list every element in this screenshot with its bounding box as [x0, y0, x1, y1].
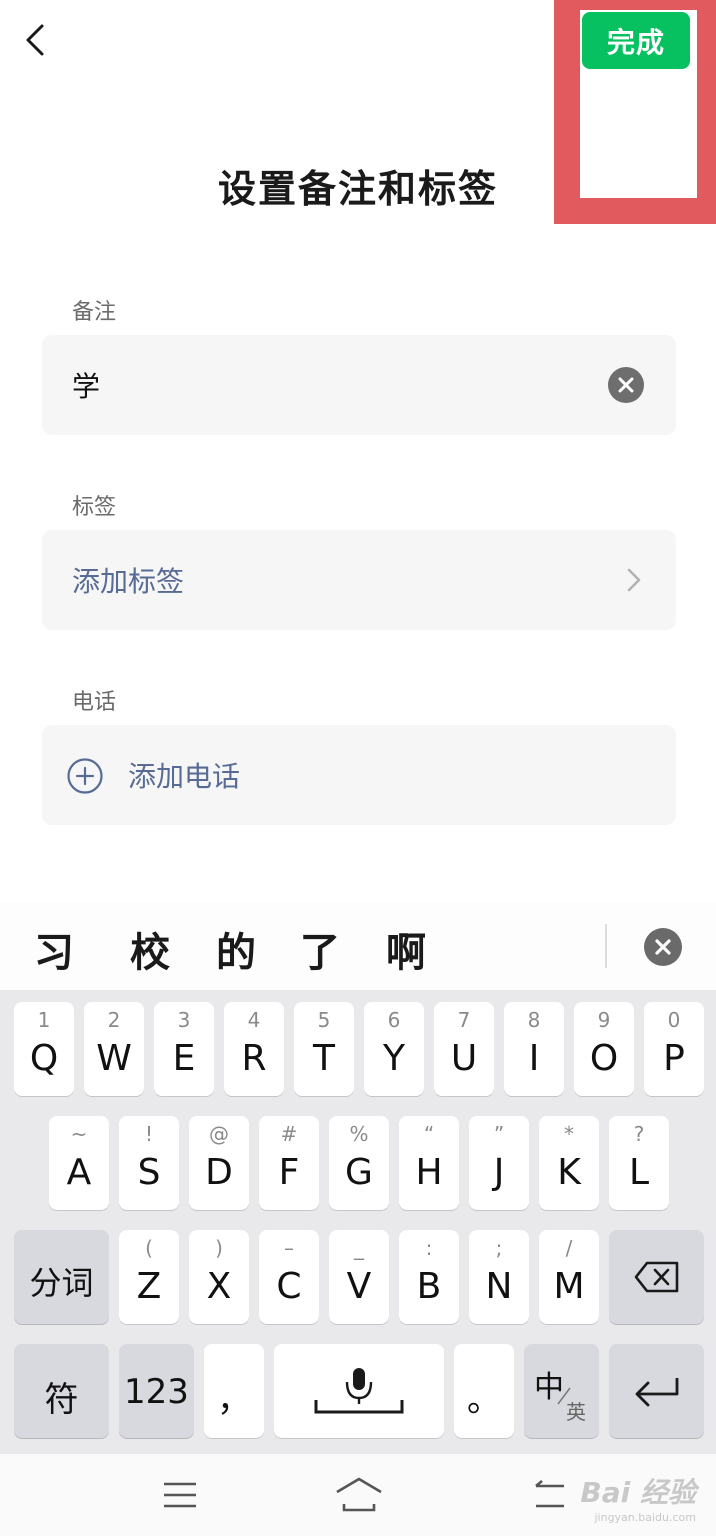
key-l[interactable]: ? L [609, 1116, 669, 1210]
comma-key[interactable]: ， [204, 1344, 264, 1438]
key-f[interactable]: # F [259, 1116, 319, 1210]
remark-label: 备注 [72, 300, 117, 325]
phone-label: 电话 [72, 690, 117, 715]
key-o[interactable]: 9O [574, 1002, 634, 1096]
candidate-divider [605, 924, 607, 968]
key-b[interactable]: :B [399, 1230, 459, 1324]
add-phone-link[interactable]: 添加电话 [128, 755, 240, 795]
chevron-right-icon [627, 568, 641, 592]
space-key[interactable] [274, 1344, 444, 1438]
add-tag-link[interactable]: 添加标签 [72, 560, 184, 600]
key-x[interactable]: ) X [189, 1230, 249, 1324]
lang-sub: 英 [566, 1400, 586, 1424]
key-c[interactable]: – C [259, 1230, 319, 1324]
enter-icon [635, 1378, 679, 1407]
add-tag-row[interactable]: 添加标签 [42, 530, 676, 630]
keyboard: 1Q 2W 3E 4R 5T 6Y 7U 8I 9O 0P ~ A ! S @ D #… [0, 990, 716, 1454]
key-m[interactable]: / M [539, 1230, 599, 1324]
candidate-item[interactable]: 习 [34, 920, 74, 978]
plus-circle-icon [67, 758, 103, 794]
key-k[interactable]: * K [539, 1116, 599, 1210]
enter-key[interactable] [609, 1344, 704, 1438]
key-i[interactable]: 8I [504, 1002, 564, 1096]
remark-input-value[interactable]: 学 [72, 365, 100, 405]
microphone-icon [314, 1368, 404, 1414]
segment-key[interactable]: 分词 [14, 1230, 109, 1324]
candidate-item[interactable]: 了 [300, 920, 340, 978]
watermark-url: jingyan.baidu.com [594, 1511, 696, 1524]
key-d[interactable]: @ D [189, 1116, 249, 1210]
page-title: 设置备注和标签 [217, 167, 498, 211]
done-button[interactable]: 完成 [582, 12, 690, 69]
close-circle-icon[interactable] [644, 928, 682, 966]
key-j[interactable]: ” J [469, 1116, 529, 1210]
candidate-bar: 习 校 的 了 啊 [0, 902, 716, 990]
watermark: Bai 经验 jingyan.baidu.com [580, 1471, 696, 1524]
language-toggle-key[interactable]: 中 英 [524, 1344, 599, 1438]
key-r[interactable]: 4R [224, 1002, 284, 1096]
chevron-left-icon [26, 24, 44, 56]
backspace-icon [634, 1261, 679, 1293]
candidate-item[interactable]: 校 [130, 920, 170, 978]
key-v[interactable]: _ V [329, 1230, 389, 1324]
back-icon[interactable] [530, 1478, 570, 1514]
numeric-key[interactable]: 123 [119, 1344, 194, 1438]
key-h[interactable]: “H [399, 1116, 459, 1210]
home-icon[interactable] [334, 1476, 384, 1514]
period-key[interactable]: 。 [454, 1344, 514, 1438]
key-p[interactable]: 0P [644, 1002, 704, 1096]
system-nav-bar: Bai 经验 jingyan.baidu.com [0, 1454, 716, 1536]
key-z[interactable]: (Z [119, 1230, 179, 1324]
watermark-brand: Bai 经验 [580, 1476, 696, 1509]
clear-icon[interactable] [608, 367, 644, 403]
candidate-item[interactable]: 啊 [386, 920, 426, 978]
key-w[interactable]: 2W [84, 1002, 144, 1096]
symbol-key[interactable]: 符 [14, 1344, 109, 1438]
remark-field[interactable]: 学 [42, 335, 676, 435]
backspace-key[interactable] [609, 1230, 704, 1324]
key-q[interactable]: 1Q [14, 1002, 74, 1096]
key-g[interactable]: % G [329, 1116, 389, 1210]
key-y[interactable]: 6Y [364, 1002, 424, 1096]
candidate-item[interactable]: 的 [216, 920, 256, 978]
key-u[interactable]: 7U [434, 1002, 494, 1096]
key-t[interactable]: 5T [294, 1002, 354, 1096]
back-button[interactable] [18, 20, 58, 60]
menu-icon[interactable] [162, 1480, 198, 1510]
key-a[interactable]: ~ A [49, 1116, 109, 1210]
add-phone-row[interactable]: 添加电话 [42, 725, 676, 825]
key-e[interactable]: 3E [154, 1002, 214, 1096]
key-n[interactable]: ; N [469, 1230, 529, 1324]
key-s[interactable]: ! S [119, 1116, 179, 1210]
tags-label: 标签 [72, 495, 117, 520]
